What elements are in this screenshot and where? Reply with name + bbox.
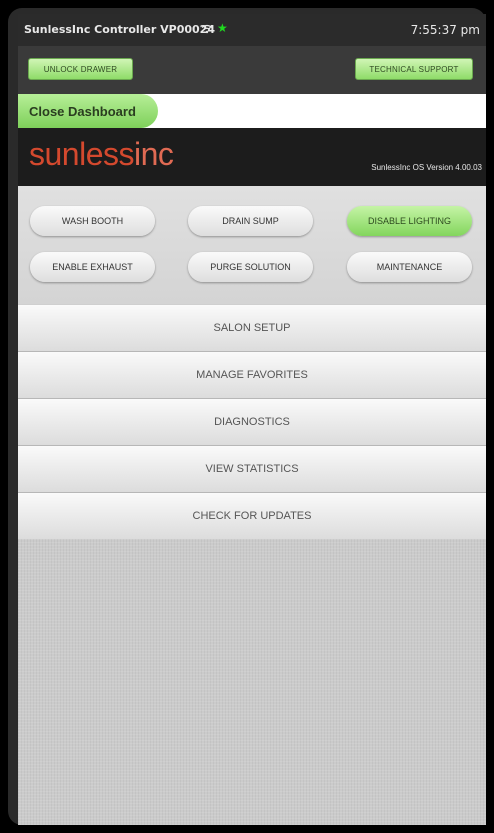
status-title: SunlessInc Controller VP00024 (24, 23, 215, 36)
empty-content-area (18, 539, 486, 825)
technical-support-button[interactable]: TECHNICAL SUPPORT (355, 58, 473, 80)
unlock-drawer-button[interactable]: UNLOCK DRAWER (28, 58, 133, 80)
sunlessinc-logo: sunlessinc (29, 136, 174, 173)
wifi-icon (201, 24, 213, 34)
status-clock: 7:55:37 pm (410, 23, 480, 37)
star-icon: ★ (217, 21, 228, 35)
menu-item-salon-setup[interactable]: SALON SETUP (18, 304, 486, 352)
purge-solution-button[interactable]: PURGE SOLUTION (188, 252, 313, 282)
menu-item-check-for-updates[interactable]: CHECK FOR UPDATES (18, 493, 486, 540)
drain-sump-button[interactable]: DRAIN SUMP (188, 206, 313, 236)
screen: SunlessInc Controller VP00024 ★ 7:55:37 … (18, 14, 486, 825)
menu-item-diagnostics[interactable]: DIAGNOSTICS (18, 399, 486, 446)
menu-item-manage-favorites[interactable]: MANAGE FAVORITES (18, 352, 486, 399)
disable-lighting-button[interactable]: DISABLE LIGHTING (347, 206, 472, 236)
settings-menu: SALON SETUP MANAGE FAVORITES DIAGNOSTICS… (18, 304, 486, 540)
close-dashboard-button[interactable]: Close Dashboard (18, 94, 158, 128)
status-bar: SunlessInc Controller VP00024 ★ 7:55:37 … (18, 14, 486, 46)
top-action-bar: UNLOCK DRAWER TECHNICAL SUPPORT (18, 46, 486, 94)
dashboard-strip: Close Dashboard (18, 94, 486, 128)
menu-item-view-statistics[interactable]: VIEW STATISTICS (18, 446, 486, 493)
maintenance-button[interactable]: MAINTENANCE (347, 252, 472, 282)
logo-sunless: sunless (29, 136, 135, 172)
brand-bar: sunlessinc SunlessInc OS Version 4.00.03 (18, 128, 486, 186)
logo-inc: inc (134, 136, 174, 172)
enable-exhaust-button[interactable]: ENABLE EXHAUST (30, 252, 155, 282)
wash-booth-button[interactable]: WASH BOOTH (30, 206, 155, 236)
os-version-label: SunlessInc OS Version 4.00.03 (371, 163, 482, 172)
control-buttons-panel: WASH BOOTH DRAIN SUMP DISABLE LIGHTING E… (18, 186, 486, 304)
